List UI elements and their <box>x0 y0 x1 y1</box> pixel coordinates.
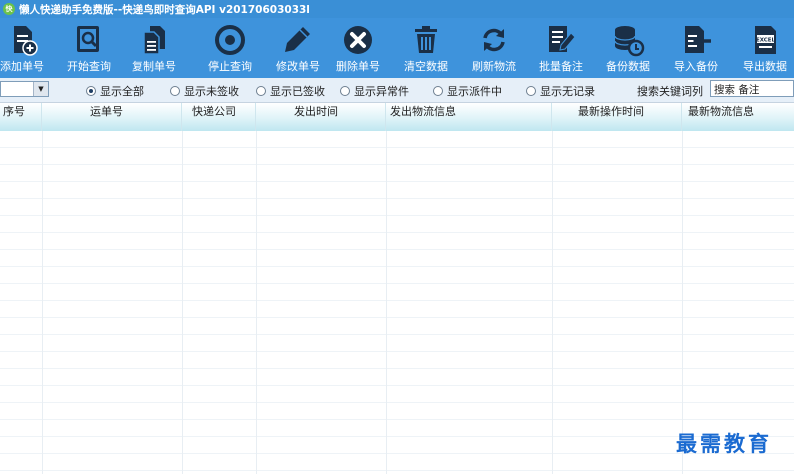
delete-number-button[interactable]: 删除单号 <box>322 18 394 78</box>
start-query-button[interactable]: 开始查询 <box>53 18 125 78</box>
refresh-logistics-label: 刷新物流 <box>472 60 516 73</box>
add-document-icon <box>14 26 38 56</box>
title-bar: 快 懒人快递助手免费版--快递鸟即时查询API v20170603033l <box>0 0 794 18</box>
radio-label: 显示派件中 <box>447 85 502 98</box>
column-divider <box>42 131 43 474</box>
radio-dot[interactable] <box>256 86 266 96</box>
import-icon <box>685 26 711 53</box>
column-header[interactable]: 快递公司 <box>182 103 256 131</box>
filter-combo[interactable]: ▼ <box>0 81 49 97</box>
toolbar: 添加单号 开始查询 复制单号 停止查询 修改单号 删除单号 清空数据 刷新物流 … <box>0 18 794 78</box>
radio-label: 显示无记录 <box>540 85 595 98</box>
radio-show-no-record[interactable]: 显示无记录 <box>526 83 595 99</box>
stop-circle-icon <box>215 25 245 55</box>
table-body[interactable] <box>0 131 794 474</box>
column-divider <box>256 131 257 474</box>
add-number-label: 添加单号 <box>0 60 44 73</box>
app-logo-icon: 快 <box>3 3 15 15</box>
column-header[interactable]: 发出时间 <box>256 103 386 131</box>
radio-dot[interactable] <box>86 86 96 96</box>
chevron-down-icon[interactable]: ▼ <box>33 82 48 96</box>
copy-documents-icon <box>143 26 165 55</box>
search-input[interactable]: 搜索 备注 <box>710 80 794 97</box>
column-header[interactable]: 发出物流信息 <box>386 103 552 131</box>
backup-data-label: 备份数据 <box>606 60 650 73</box>
column-divider <box>552 131 553 474</box>
column-header[interactable]: 最新操作时间 <box>552 103 682 131</box>
stop-query-button[interactable]: 停止查询 <box>194 18 266 78</box>
stop-query-label: 停止查询 <box>208 60 252 73</box>
search-document-icon <box>77 26 99 52</box>
filter-bar: ▼ 显示全部 显示未签收 显示已签收 显示异常件 显示派件中 显示无记录 搜索关… <box>0 78 794 103</box>
import-backup-button[interactable]: 导入备份 <box>660 18 732 78</box>
radio-show-delivering[interactable]: 显示派件中 <box>433 83 502 99</box>
table-header: 序号 运单号 快递公司 发出时间 发出物流信息 最新操作时间 最新物流信息 <box>0 103 794 132</box>
excel-text: EXCEL <box>756 38 776 44</box>
pencil-icon <box>285 27 310 52</box>
column-divider <box>182 131 183 474</box>
batch-note-icon <box>549 26 576 52</box>
refresh-icon <box>483 28 505 52</box>
column-divider <box>682 131 683 474</box>
edit-number-label: 修改单号 <box>276 60 320 73</box>
search-keyword-label: 搜索关键词列 <box>637 85 703 98</box>
refresh-logistics-button[interactable]: 刷新物流 <box>458 18 530 78</box>
radio-show-exception[interactable]: 显示异常件 <box>340 83 409 99</box>
column-header[interactable]: 序号 <box>0 103 42 131</box>
radio-dot[interactable] <box>170 86 180 96</box>
window-title: 懒人快递助手免费版--快递鸟即时查询API v20170603033l <box>19 3 310 16</box>
trash-icon <box>415 26 437 53</box>
export-excel-icon: EXCEL <box>755 26 776 54</box>
copy-number-button[interactable]: 复制单号 <box>118 18 190 78</box>
radio-label: 显示已签收 <box>270 85 325 98</box>
radio-label: 显示未签收 <box>184 85 239 98</box>
export-data-button[interactable]: EXCEL 导出数据 <box>729 18 794 78</box>
import-backup-label: 导入备份 <box>674 60 718 73</box>
clear-data-button[interactable]: 清空数据 <box>390 18 462 78</box>
start-query-label: 开始查询 <box>67 60 111 73</box>
radio-show-signed[interactable]: 显示已签收 <box>256 83 325 99</box>
radio-dot[interactable] <box>340 86 350 96</box>
radio-label: 显示异常件 <box>354 85 409 98</box>
column-divider <box>386 131 387 474</box>
radio-show-unsigned[interactable]: 显示未签收 <box>170 83 239 99</box>
radio-dot[interactable] <box>433 86 443 96</box>
clear-data-label: 清空数据 <box>404 60 448 73</box>
copy-number-label: 复制单号 <box>132 60 176 73</box>
column-header[interactable]: 最新物流信息 <box>682 103 794 131</box>
radio-label: 显示全部 <box>100 85 144 98</box>
delete-number-label: 删除单号 <box>336 60 380 73</box>
radio-dot[interactable] <box>526 86 536 96</box>
batch-note-label: 批量备注 <box>539 60 583 73</box>
delete-x-icon <box>344 26 372 54</box>
watermark: 最需教育 <box>676 431 772 456</box>
export-data-label: 导出数据 <box>743 60 787 73</box>
batch-note-button[interactable]: 批量备注 <box>525 18 597 78</box>
add-number-button[interactable]: 添加单号 <box>0 18 58 78</box>
backup-database-icon <box>614 26 645 57</box>
column-header[interactable]: 运单号 <box>42 103 182 131</box>
backup-data-button[interactable]: 备份数据 <box>592 18 664 78</box>
radio-show-all[interactable]: 显示全部 <box>86 83 144 99</box>
